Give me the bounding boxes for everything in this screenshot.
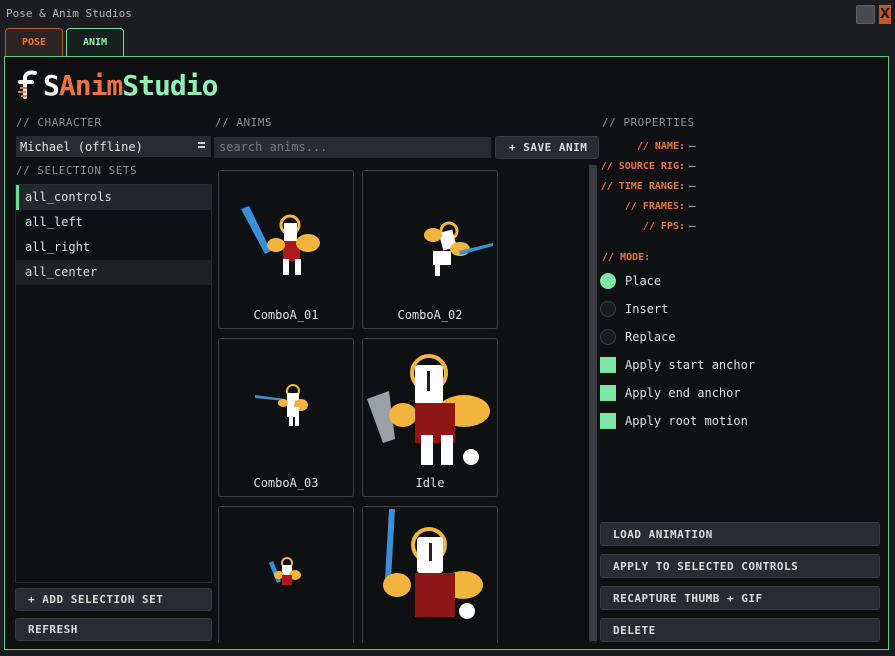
radio-icon[interactable] — [600, 329, 616, 345]
prop-time-range-value: — — [689, 179, 696, 192]
mode-option-label: Insert — [625, 302, 669, 316]
prop-source-rig-label: // SOURCE RIG: — [600, 161, 685, 172]
prop-source-rig-value: — — [689, 159, 696, 172]
prop-name-value: — — [689, 139, 696, 152]
minimize-button[interactable] — [856, 5, 875, 24]
title-bar: Pose & Anim Studios X — [0, 0, 895, 28]
knight-figure-icon — [383, 509, 483, 619]
mode-option-place[interactable]: Place — [600, 272, 661, 290]
mode-option-replace[interactable]: Replace — [600, 328, 676, 346]
anim-thumbnail[interactable]: Idle — [362, 338, 498, 497]
list-item[interactable]: all_right — [16, 235, 211, 260]
checkbox-label: Apply start anchor — [625, 358, 756, 372]
radio-icon[interactable] — [600, 301, 616, 317]
knight-figure-icon — [241, 206, 320, 275]
checkbox-label: Apply end anchor — [625, 386, 741, 400]
search-input[interactable] — [214, 137, 491, 158]
logo-mark-icon — [18, 70, 37, 99]
load-animation-button[interactable]: LOAD ANIMATION — [600, 522, 880, 546]
logo-text-s: S — [43, 68, 60, 102]
apply-start-anchor-checkbox[interactable]: Apply start anchor — [600, 356, 755, 374]
logo-text-studio: Studio — [122, 68, 218, 102]
prop-frames-label: // FRAMES: — [624, 201, 685, 212]
knight-figure-icon — [269, 557, 301, 585]
list-item[interactable]: all_controls — [16, 185, 211, 210]
apply-to-selected-controls-button[interactable]: APPLY TO SELECTED CONTROLS — [600, 554, 880, 578]
checkbox-checked-icon[interactable] — [600, 357, 616, 373]
apply-end-anchor-checkbox[interactable]: Apply end anchor — [600, 384, 741, 402]
app-logo: S Anim Studio — [17, 65, 218, 105]
prop-time-range-label: // TIME RANGE: — [600, 181, 685, 192]
tab-anim[interactable]: ANIM — [66, 28, 124, 57]
checkbox-checked-icon[interactable] — [600, 385, 616, 401]
checkbox-checked-icon[interactable] — [600, 413, 616, 429]
apply-root-motion-checkbox[interactable]: Apply root motion — [600, 412, 748, 430]
anims-scrollbar-thumb[interactable] — [589, 165, 597, 641]
character-select-value: Michael (offline) — [20, 139, 143, 154]
list-item[interactable]: all_left — [16, 210, 211, 235]
anim-thumbnail[interactable] — [362, 506, 498, 643]
anim-label: ComboA_02 — [397, 308, 463, 322]
radio-selected-icon[interactable] — [600, 273, 616, 289]
character-select[interactable]: Michael (offline) — [16, 136, 211, 157]
anim-label: ComboA_01 — [253, 308, 319, 322]
mode-label: // MODE: — [602, 252, 651, 263]
anims-section-label: // ANIMS — [215, 116, 272, 129]
save-anim-button[interactable]: + SAVE ANIM — [495, 136, 599, 159]
knight-figure-icon — [424, 221, 493, 276]
window-title: Pose & Anim Studios — [6, 7, 132, 20]
recapture-thumb-gif-button[interactable]: RECAPTURE THUMB + GIF — [600, 586, 880, 610]
properties-section-label: // PROPERTIES — [602, 116, 695, 129]
delete-button[interactable]: DELETE — [600, 618, 880, 642]
close-button[interactable]: X — [879, 5, 891, 24]
selection-sets-section-label: // SELECTION SETS — [16, 164, 138, 177]
refresh-button[interactable]: REFRESH — [15, 618, 212, 641]
prop-fps-label: // FPS: — [642, 221, 685, 232]
selection-sets-list: all_controls all_left all_right all_cent… — [15, 184, 212, 583]
list-item[interactable]: all_center — [16, 260, 211, 285]
add-selection-set-button[interactable]: + ADD SELECTION SET — [15, 588, 212, 611]
prop-fps-value: — — [689, 219, 696, 232]
character-section-label: // CHARACTER — [16, 116, 102, 129]
anim-label: ComboA_03 — [253, 476, 319, 490]
checkbox-label: Apply root motion — [625, 414, 748, 428]
anim-label: Idle — [415, 476, 445, 490]
anim-thumbnail[interactable]: ComboA_01 — [218, 170, 354, 329]
mode-option-label: Replace — [625, 330, 676, 344]
knight-figure-icon — [367, 354, 490, 465]
tab-pose[interactable]: POSE — [5, 28, 63, 57]
anim-thumbnail[interactable]: ComboA_02 — [362, 170, 498, 329]
main-panel: S Anim Studio // CHARACTER Michael (offl… — [4, 56, 889, 650]
mode-option-label: Place — [625, 274, 662, 288]
prop-frames-value: — — [689, 199, 696, 212]
prop-name-label: // NAME: — [636, 141, 685, 152]
menu-icon — [198, 142, 205, 150]
logo-text-anim: Anim — [58, 68, 123, 102]
anim-thumbnail[interactable] — [218, 506, 354, 643]
mode-option-insert[interactable]: Insert — [600, 300, 668, 318]
anims-grid: ComboA_01 ComboA_02 ComboA_03 Idle — [214, 165, 599, 643]
anim-thumbnail[interactable]: ComboA_03 — [218, 338, 354, 497]
knight-figure-icon — [255, 384, 308, 426]
